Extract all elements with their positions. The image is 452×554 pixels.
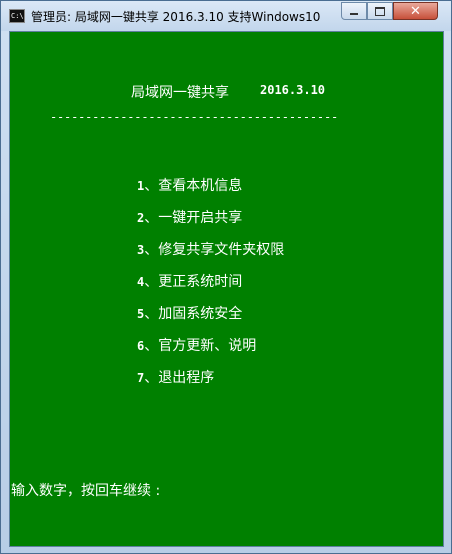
title-bar[interactable]: C:\ 管理员: 局域网一键共享 2016.3.10 支持Windows10 ✕ xyxy=(1,1,451,31)
window-title: 管理员: 局域网一键共享 2016.3.10 支持Windows10 xyxy=(31,10,321,24)
console-output-area[interactable]: 局域网一键共享 2016.3.10 ----------------------… xyxy=(9,31,444,547)
cmd-icon-text: C:\ xyxy=(11,12,24,20)
maximize-icon xyxy=(375,6,385,16)
maximize-button[interactable] xyxy=(367,2,393,20)
menu-item-4: 4、更正系统时间 xyxy=(137,272,242,292)
console-window: C:\ 管理员: 局域网一键共享 2016.3.10 支持Windows10 ✕… xyxy=(0,0,452,554)
menu-item-label: 、加固系统安全 xyxy=(144,306,243,322)
menu-item-5: 5、加固系统安全 xyxy=(137,304,242,324)
menu-item-6: 6、官方更新、说明 xyxy=(137,336,256,356)
menu-item-2: 2、一键开启共享 xyxy=(137,208,242,228)
menu-item-1: 1、查看本机信息 xyxy=(137,176,242,196)
header-version: 2016.3.10 xyxy=(260,83,326,97)
minimize-icon xyxy=(350,13,358,15)
header-title: 局域网一键共享 xyxy=(131,85,229,101)
header-divider: ----------------------------------------… xyxy=(50,110,339,124)
text-cursor xyxy=(160,494,167,495)
prompt-text: 输入数字，按回车继续 : xyxy=(11,483,161,499)
close-icon: ✕ xyxy=(410,3,421,19)
menu-item-3: 3、修复共享文件夹权限 xyxy=(137,240,284,260)
input-prompt[interactable]: 输入数字，按回车继续 : xyxy=(11,480,167,500)
menu-item-label: 、退出程序 xyxy=(144,370,215,386)
minimize-button[interactable] xyxy=(341,2,367,20)
cmd-app-icon[interactable]: C:\ xyxy=(9,9,25,23)
menu-item-label: 、更正系统时间 xyxy=(144,274,243,290)
menu-item-label: 、查看本机信息 xyxy=(144,178,243,194)
menu-item-7: 7、退出程序 xyxy=(137,368,214,388)
menu-item-label: 、修复共享文件夹权限 xyxy=(144,242,285,258)
close-button[interactable]: ✕ xyxy=(393,2,438,20)
menu-item-label: 、一键开启共享 xyxy=(144,210,243,226)
menu-item-label: 、官方更新、说明 xyxy=(144,338,257,354)
